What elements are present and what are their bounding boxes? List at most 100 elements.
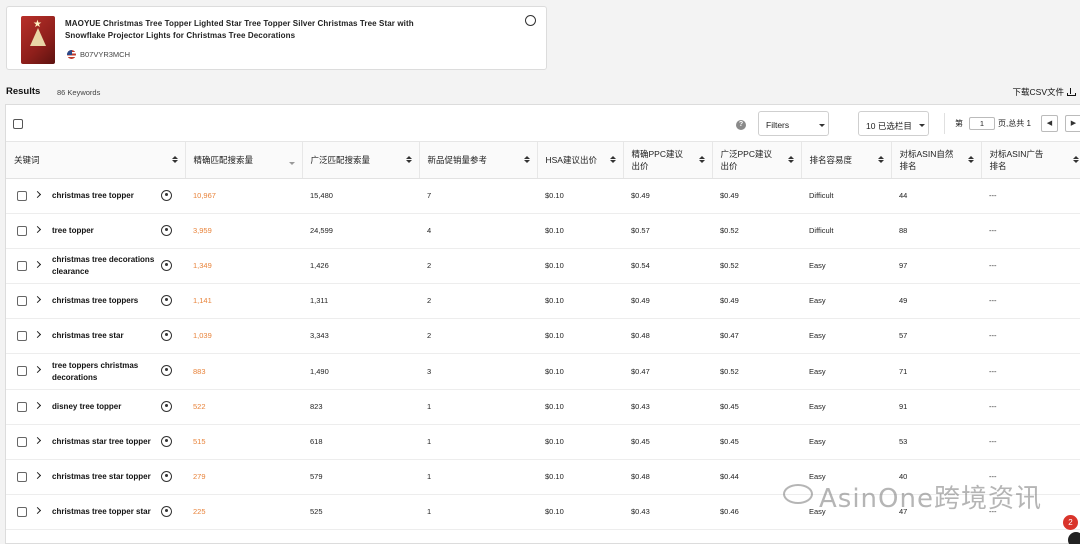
table-row[interactable]: christmas tree decorations clearance 1,34… [6, 248, 1080, 284]
user-icon[interactable] [161, 295, 172, 307]
sort-icon[interactable] [878, 156, 883, 163]
row-checkbox[interactable] [17, 331, 27, 342]
row-checkbox[interactable] [17, 260, 27, 271]
keyword-text[interactable]: christmas star tree topper [52, 436, 158, 448]
row-checkbox[interactable] [17, 436, 27, 447]
notification-badge[interactable]: 2 [1063, 515, 1078, 530]
cell-ppc-exact: $0.54 [631, 260, 650, 270]
chevron-right-icon[interactable] [33, 436, 42, 444]
chevron-right-icon[interactable] [33, 190, 42, 198]
keyword-text[interactable]: disney tree topper [52, 401, 158, 413]
col-hsa-bid[interactable]: HSA建议出价 [537, 142, 624, 179]
product-thumbnail[interactable]: ★ [21, 16, 55, 64]
user-icon[interactable] [161, 435, 172, 447]
col-asin-organic[interactable]: 对标ASIN自然排名 [891, 142, 982, 179]
chevron-right-icon[interactable] [33, 225, 42, 233]
table-row[interactable]: christmas tree star 1,039 3,343 2 $0.10 $0.48… [6, 319, 1080, 354]
chevron-right-icon[interactable] [33, 366, 42, 374]
chevron-right-icon[interactable] [33, 471, 42, 480]
page-input[interactable]: 1 [969, 117, 995, 130]
cell-ppc-broad: $0.47 [720, 331, 739, 341]
user-icon[interactable] [161, 189, 172, 201]
cell-ease: Difficult [809, 190, 834, 200]
cell-broad: 1,311 [310, 296, 329, 306]
user-icon[interactable] [161, 259, 172, 271]
user-icon[interactable] [161, 400, 172, 412]
user-icon[interactable] [161, 506, 172, 518]
sort-icon[interactable] [699, 156, 704, 163]
table-row[interactable]: tree toppers christmas decorations 883 1,4… [6, 354, 1080, 390]
table-row[interactable]: christmas star tree topper 515 618 1 $0.10 $0… [6, 424, 1080, 460]
prev-page-button[interactable]: ◀ [1041, 115, 1058, 132]
col-ranking-ease[interactable]: 排名容易度 [801, 142, 892, 179]
table-row[interactable]: tree topper 3,959 24,599 4 $0.10 $0.57 $0.52 Di… [6, 213, 1080, 249]
row-checkbox[interactable] [17, 296, 27, 307]
keyword-text[interactable]: christmas tree star [52, 330, 158, 342]
table-row[interactable]: christmas tree topper 10,967 15,480 7 $0.10 $… [6, 178, 1080, 214]
product-title[interactable]: MAOYUE Christmas Tree Topper Lighted Sta… [65, 18, 455, 42]
cell-organic: 57 [899, 331, 908, 341]
user-icon[interactable] [161, 330, 172, 342]
user-icon[interactable] [525, 15, 536, 26]
user-icon[interactable] [161, 224, 172, 236]
keyword-text[interactable]: tree topper [52, 225, 158, 237]
sort-icon[interactable] [788, 156, 793, 163]
row-checkbox[interactable] [17, 401, 27, 412]
help-icon[interactable]: ? [736, 120, 746, 130]
select-all-checkbox[interactable] [13, 119, 23, 129]
col-ppc-exact-bid[interactable]: 精确PPC建议出价 [623, 142, 713, 179]
cell-ppc-broad: $0.45 [720, 436, 739, 446]
cell-ppc-exact: $0.43 [631, 401, 650, 411]
download-csv-button[interactable]: 下载CSV文件 [1012, 86, 1076, 98]
keyword-text[interactable]: tree toppers christmas decorations [52, 360, 158, 384]
cell-ad: --- [989, 190, 997, 200]
download-csv-label: 下载CSV文件 [1012, 87, 1064, 97]
cell-organic: 88 [899, 225, 908, 235]
cell-ad: --- [989, 401, 997, 411]
keyword-text[interactable]: christmas tree topper star [52, 506, 158, 518]
row-checkbox[interactable] [17, 366, 27, 377]
col-asin-ad[interactable]: 对标ASIN广告排名 [981, 142, 1080, 179]
col-keyword[interactable]: 关键词 [6, 142, 186, 179]
next-page-button[interactable]: ▶ [1065, 115, 1080, 132]
cell-promo: 3 [427, 366, 432, 376]
keyword-text[interactable]: christmas tree toppers [52, 295, 158, 307]
sort-icon[interactable] [1073, 156, 1078, 163]
row-checkbox[interactable] [17, 190, 27, 201]
col-broad-volume[interactable]: 广泛匹配搜索量 [302, 142, 420, 179]
keyword-text[interactable]: christmas tree decorations clearance [52, 254, 158, 278]
col-ppc-broad-bid[interactable]: 广泛PPC建议出价 [712, 142, 802, 179]
cell-exact: 1,141 [193, 296, 212, 306]
col-exact-volume[interactable]: 精确匹配搜索量 [185, 142, 303, 179]
chat-button[interactable] [1068, 532, 1080, 544]
sort-icon[interactable] [610, 156, 615, 163]
row-checkbox[interactable] [17, 472, 27, 482]
table-row[interactable]: christmas tree toppers 1,141 1,311 2 $0.10 $0… [6, 284, 1080, 319]
user-icon[interactable] [161, 471, 172, 482]
sort-desc-icon[interactable] [289, 158, 294, 165]
results-count: 86 Keywords [57, 88, 101, 97]
cell-exact: 883 [193, 366, 206, 376]
keyword-text[interactable]: christmas tree star topper [52, 471, 158, 483]
sort-icon[interactable] [172, 156, 177, 163]
cell-ppc-exact: $0.49 [631, 190, 650, 200]
col-promo[interactable]: 新品促销量参考 [419, 142, 538, 179]
filters-dropdown[interactable]: Filters [758, 111, 829, 136]
row-checkbox[interactable] [17, 225, 27, 236]
columns-dropdown[interactable]: 10 已选栏目 [858, 111, 929, 136]
chevron-right-icon[interactable] [33, 401, 42, 409]
row-checkbox[interactable] [17, 507, 27, 518]
cell-broad: 579 [310, 472, 323, 482]
chevron-right-icon[interactable] [33, 331, 42, 339]
cell-exact: 515 [193, 436, 206, 446]
sort-icon[interactable] [524, 156, 529, 163]
table-row[interactable]: disney tree topper 522 823 1 $0.10 $0.43 $0.45… [6, 389, 1080, 425]
sort-icon[interactable] [968, 156, 973, 163]
user-icon[interactable] [161, 365, 172, 377]
chevron-right-icon[interactable] [33, 507, 42, 515]
chevron-right-icon[interactable] [33, 260, 42, 268]
chevron-right-icon[interactable] [33, 296, 42, 304]
cell-broad: 3,343 [310, 331, 329, 341]
sort-icon[interactable] [406, 156, 411, 163]
keyword-text[interactable]: christmas tree topper [52, 190, 158, 202]
